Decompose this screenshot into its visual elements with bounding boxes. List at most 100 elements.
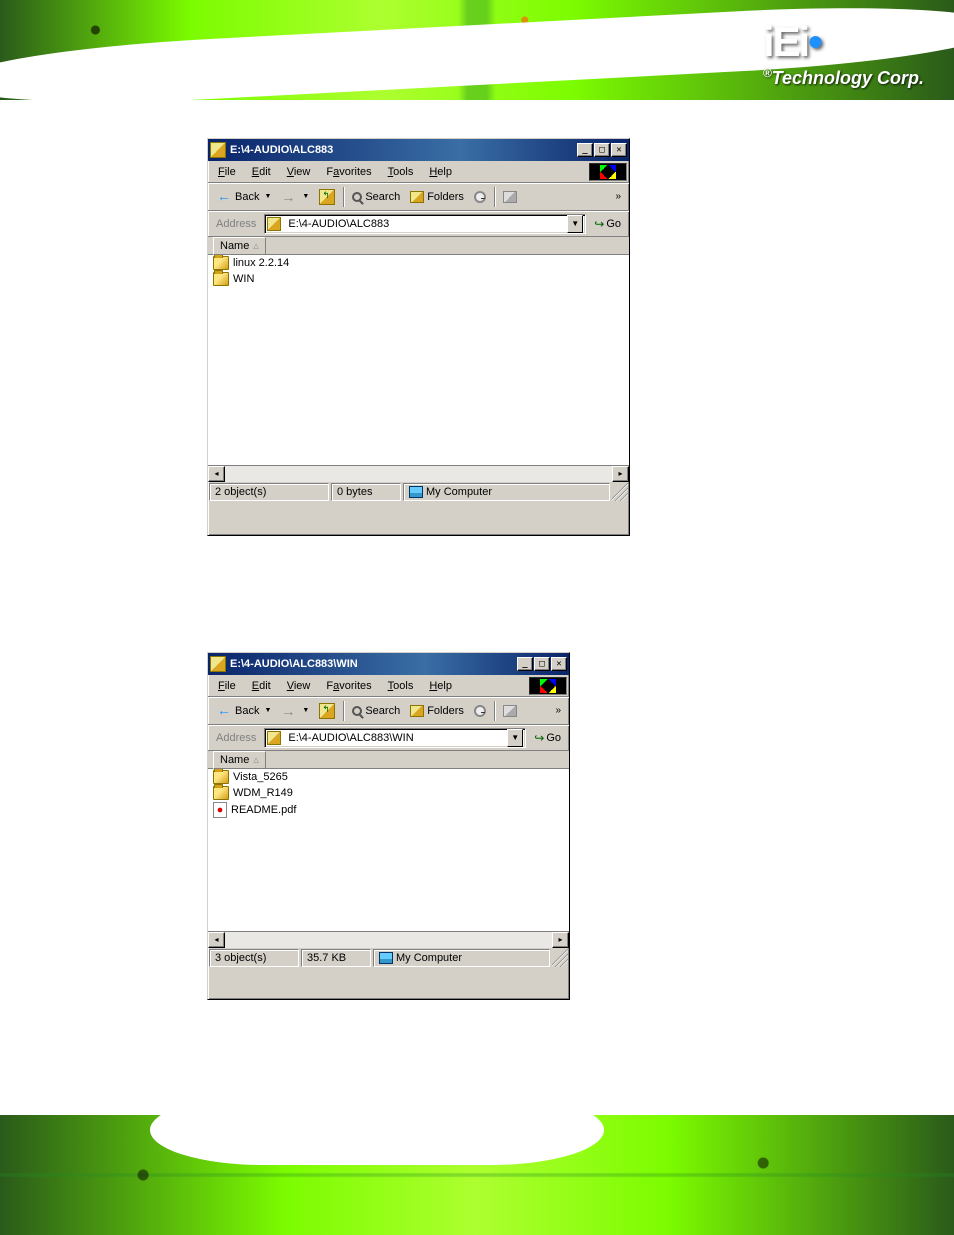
pdf-file-icon (213, 802, 227, 818)
menubar: File Edit View Favorites Tools Help (208, 675, 569, 697)
scroll-right-button[interactable]: ▸ (552, 932, 569, 948)
sort-asc-icon: △ (253, 756, 258, 764)
explorer-window-win: E:\4-AUDIO\ALC883\WIN _ □ ✕ File Edit Vi… (207, 652, 570, 1000)
address-dropdown-button[interactable]: ▼ (567, 215, 583, 233)
windows-flag-icon (529, 677, 567, 695)
item-label: README.pdf (231, 804, 296, 816)
menu-edit[interactable]: Edit (244, 677, 279, 695)
folder-open-icon (210, 656, 226, 672)
forward-button[interactable]: ▼ (277, 187, 313, 207)
list-item[interactable]: linux 2.2.14 (208, 255, 629, 271)
address-input[interactable] (288, 732, 504, 744)
back-button[interactable]: Back▼ (212, 701, 275, 721)
logo-subtitle: ®Technology Corp. (763, 66, 924, 89)
titlebar[interactable]: E:\4-AUDIO\ALC883\WIN _ □ ✕ (208, 653, 569, 675)
menu-file[interactable]: File (210, 163, 244, 181)
forward-arrow-icon (281, 189, 297, 205)
menu-view[interactable]: View (279, 677, 319, 695)
address-combo[interactable]: ▼ (264, 728, 526, 748)
toolbar-overflow[interactable]: » (551, 705, 565, 716)
search-button[interactable]: Search (348, 703, 404, 719)
back-button[interactable]: Back▼ (212, 187, 275, 207)
menu-help[interactable]: Help (421, 677, 460, 695)
address-combo[interactable]: ▼ (264, 214, 586, 234)
scroll-right-button[interactable]: ▸ (612, 466, 629, 482)
window-title: E:\4-AUDIO\ALC883 (230, 144, 577, 156)
moveto-button[interactable] (499, 703, 521, 719)
close-button[interactable]: ✕ (611, 143, 627, 157)
titlebar[interactable]: E:\4-AUDIO\ALC883 _ □ ✕ (208, 139, 629, 161)
moveto-icon (503, 705, 517, 717)
scroll-track[interactable] (225, 932, 552, 948)
resize-grip[interactable] (552, 949, 568, 967)
status-objects: 2 object(s) (209, 483, 329, 501)
list-item[interactable]: WIN (208, 271, 629, 287)
folder-icon (213, 272, 229, 286)
explorer-window-alc883: E:\4-AUDIO\ALC883 _ □ ✕ File Edit View F… (207, 138, 630, 536)
moveto-button[interactable] (499, 189, 521, 205)
menu-help[interactable]: Help (421, 163, 460, 181)
item-label: linux 2.2.14 (233, 257, 289, 269)
menu-favorites[interactable]: Favorites (318, 677, 379, 695)
scroll-track[interactable] (225, 466, 612, 482)
column-header-row: Name △ (208, 751, 569, 769)
up-folder-icon (319, 703, 335, 719)
folders-icon (410, 191, 424, 203)
computer-icon (379, 952, 393, 964)
file-list[interactable]: Vista_5265 WDM_R149 README.pdf (208, 769, 569, 931)
horizontal-scrollbar[interactable]: ◂ ▸ (208, 465, 629, 482)
menu-tools[interactable]: Tools (380, 677, 422, 695)
menu-view[interactable]: View (279, 163, 319, 181)
address-input[interactable] (288, 218, 564, 230)
history-button[interactable] (470, 189, 490, 205)
column-name-header[interactable]: Name △ (213, 237, 266, 255)
go-button[interactable]: Go (590, 215, 625, 233)
scroll-left-button[interactable]: ◂ (208, 932, 225, 948)
list-item[interactable]: README.pdf (208, 801, 569, 819)
item-label: WDM_R149 (233, 787, 293, 799)
back-arrow-icon (216, 189, 232, 205)
page-footer-decoration (0, 1115, 954, 1235)
list-item[interactable]: WDM_R149 (208, 785, 569, 801)
folders-icon (410, 705, 424, 717)
menu-edit[interactable]: Edit (244, 163, 279, 181)
folder-icon (213, 786, 229, 800)
menu-favorites[interactable]: Favorites (318, 163, 379, 181)
scroll-left-button[interactable]: ◂ (208, 466, 225, 482)
status-zone: My Computer (403, 483, 610, 501)
maximize-button[interactable]: □ (534, 657, 550, 671)
maximize-button[interactable]: □ (594, 143, 610, 157)
search-icon (352, 192, 362, 202)
file-list[interactable]: linux 2.2.14 WIN (208, 255, 629, 465)
address-label: Address (212, 732, 260, 744)
go-icon (534, 731, 544, 745)
folders-button[interactable]: Folders (406, 703, 468, 719)
column-name-header[interactable]: Name △ (213, 751, 266, 769)
windows-flag-icon (589, 163, 627, 181)
folders-button[interactable]: Folders (406, 189, 468, 205)
menu-tools[interactable]: Tools (380, 163, 422, 181)
folder-open-icon (267, 731, 281, 745)
toolbar-separator (494, 187, 495, 207)
menu-file[interactable]: File (210, 677, 244, 695)
up-button[interactable] (315, 701, 339, 721)
go-button[interactable]: Go (530, 729, 565, 747)
forward-button[interactable]: ▼ (277, 701, 313, 721)
folder-open-icon (267, 217, 281, 231)
address-dropdown-button[interactable]: ▼ (507, 729, 523, 747)
toolbar-overflow[interactable]: » (611, 191, 625, 202)
logo-main: iEi• (763, 18, 924, 66)
horizontal-scrollbar[interactable]: ◂ ▸ (208, 931, 569, 948)
menubar: File Edit View Favorites Tools Help (208, 161, 629, 183)
folder-icon (213, 256, 229, 270)
list-item[interactable]: Vista_5265 (208, 769, 569, 785)
history-button[interactable] (470, 703, 490, 719)
close-button[interactable]: ✕ (551, 657, 567, 671)
resize-grip[interactable] (612, 483, 628, 501)
up-button[interactable] (315, 187, 339, 207)
minimize-button[interactable]: _ (517, 657, 533, 671)
folder-icon (213, 770, 229, 784)
search-button[interactable]: Search (348, 189, 404, 205)
statusbar: 2 object(s) 0 bytes My Computer (208, 482, 629, 502)
minimize-button[interactable]: _ (577, 143, 593, 157)
